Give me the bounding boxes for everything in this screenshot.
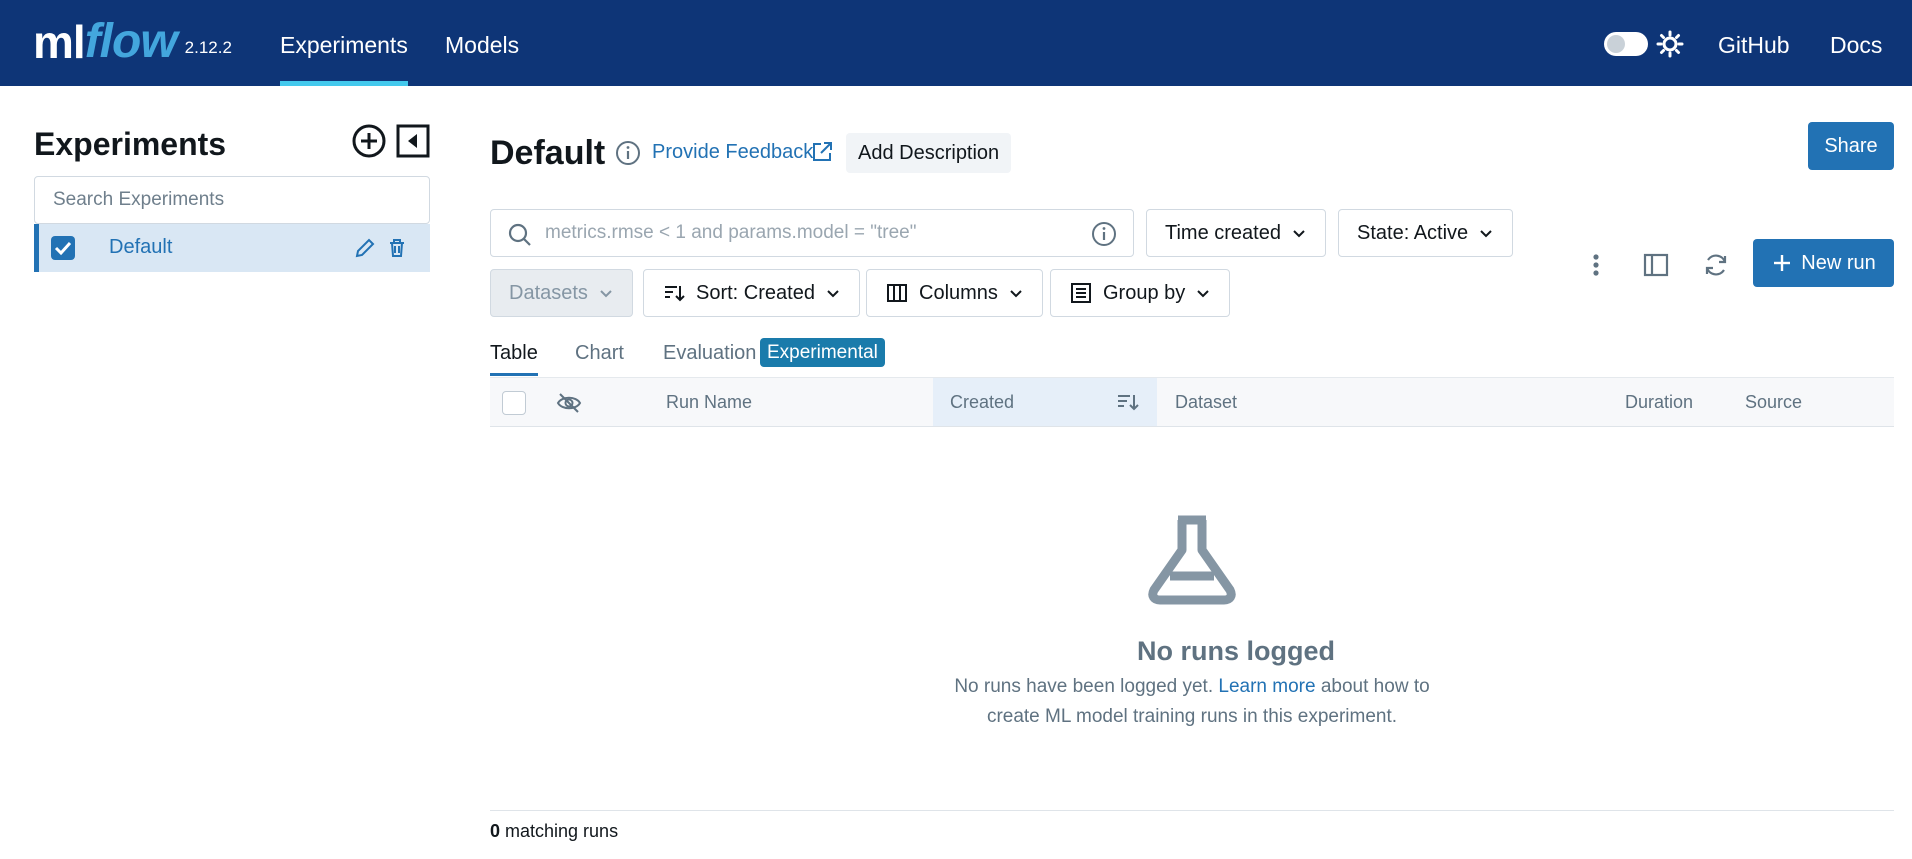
empty-text-before: No runs have been logged yet. <box>954 676 1219 697</box>
mlflow-logo[interactable]: ml flow 2.12.2 <box>33 10 232 70</box>
time-created-label: Time created <box>1165 222 1281 244</box>
experiment-checkbox[interactable] <box>51 236 75 260</box>
column-created[interactable]: Created <box>950 392 1014 413</box>
refresh-icon[interactable] <box>1702 251 1730 279</box>
nav-models[interactable]: Models <box>445 0 519 86</box>
columns-dropdown[interactable]: Columns <box>866 269 1043 317</box>
column-dataset[interactable]: Dataset <box>1175 392 1237 413</box>
learn-more-link[interactable]: Learn more <box>1218 676 1315 697</box>
columns-icon <box>887 284 907 302</box>
sort-descending-icon[interactable] <box>1116 390 1140 414</box>
trash-icon[interactable] <box>385 236 409 260</box>
experiment-item-default[interactable]: Default <box>34 224 430 272</box>
experimental-badge: Experimental <box>760 338 885 367</box>
column-source[interactable]: Source <box>1745 392 1802 413</box>
run-search-placeholder: metrics.rmse < 1 and params.model = "tre… <box>545 222 917 243</box>
add-experiment-icon[interactable] <box>352 124 386 158</box>
pencil-icon[interactable] <box>353 236 377 260</box>
chevron-down-icon <box>1293 230 1305 238</box>
new-run-label: New run <box>1801 252 1876 274</box>
columns-label: Columns <box>919 282 998 304</box>
datasets-dropdown[interactable]: Datasets <box>490 269 633 317</box>
runs-table-header: Run Name Created Dataset Duration Source <box>490 377 1894 427</box>
tab-table[interactable]: Table <box>490 342 538 376</box>
tab-evaluation[interactable]: Evaluation <box>663 342 756 376</box>
chevron-down-icon <box>1197 290 1209 298</box>
external-link-icon <box>813 142 832 161</box>
search-experiments-input[interactable]: Search Experiments <box>34 176 430 224</box>
plus-icon <box>1774 255 1791 271</box>
chevron-down-icon <box>1010 290 1022 298</box>
state-label: State: Active <box>1357 222 1469 244</box>
info-icon[interactable] <box>615 140 641 166</box>
dark-mode-toggle[interactable] <box>1604 32 1648 56</box>
tab-chart[interactable]: Chart <box>575 342 624 376</box>
chevron-down-icon <box>1480 230 1492 238</box>
group-by-label: Group by <box>1103 282 1186 304</box>
sort-dropdown[interactable]: Sort: Created <box>643 269 860 317</box>
empty-state-title: No runs logged <box>1137 636 1335 666</box>
add-description-button[interactable]: Add Description <box>846 133 1012 173</box>
matching-runs-label: matching runs <box>500 821 619 841</box>
share-button[interactable]: Share <box>1808 122 1894 170</box>
matching-runs-count: 0 matching runs <box>490 821 618 842</box>
side-panel-icon[interactable] <box>1642 251 1670 279</box>
logo-ml: ml <box>33 16 86 68</box>
sort-label: Sort: Created <box>696 282 815 304</box>
new-run-button[interactable]: New run <box>1753 239 1894 287</box>
column-duration[interactable]: Duration <box>1625 392 1693 413</box>
top-nav: ml flow 2.12.2 Experiments Models GitHub… <box>0 0 1912 86</box>
run-search-input[interactable]: metrics.rmse < 1 and params.model = "tre… <box>490 209 1134 257</box>
footer-divider <box>490 810 1894 811</box>
group-by-dropdown[interactable]: Group by <box>1050 269 1231 317</box>
run-count: 0 <box>490 821 501 841</box>
list-icon <box>1071 283 1091 303</box>
nav-github[interactable]: GitHub <box>1718 0 1790 86</box>
time-created-dropdown[interactable]: Time created <box>1146 209 1326 257</box>
version-label: 2.12.2 <box>184 38 232 57</box>
nav-experiments[interactable]: Experiments <box>280 0 408 86</box>
select-all-checkbox[interactable] <box>502 391 526 415</box>
chevron-down-icon <box>600 290 612 298</box>
empty-state-text: No runs have been logged yet. Learn more… <box>940 672 1444 732</box>
more-options-icon[interactable] <box>1582 251 1610 279</box>
sun-icon <box>1656 30 1684 58</box>
flask-icon <box>1148 515 1236 605</box>
state-dropdown[interactable]: State: Active <box>1338 209 1514 257</box>
experiment-name: Default <box>109 236 173 258</box>
provide-feedback-link[interactable]: Provide Feedback <box>652 141 813 164</box>
page-title: Default <box>490 134 606 172</box>
search-info-icon[interactable] <box>1091 221 1117 247</box>
sidebar-title: Experiments <box>34 126 227 162</box>
sort-icon <box>665 286 685 302</box>
datasets-label: Datasets <box>509 282 588 304</box>
column-run-name[interactable]: Run Name <box>666 392 752 413</box>
chevron-down-icon <box>827 290 839 298</box>
nav-docs[interactable]: Docs <box>1830 0 1882 86</box>
eye-off-icon[interactable] <box>556 390 582 416</box>
collapse-sidebar-icon[interactable] <box>396 124 430 158</box>
search-icon <box>508 223 531 246</box>
logo-flow: flow <box>84 15 178 68</box>
